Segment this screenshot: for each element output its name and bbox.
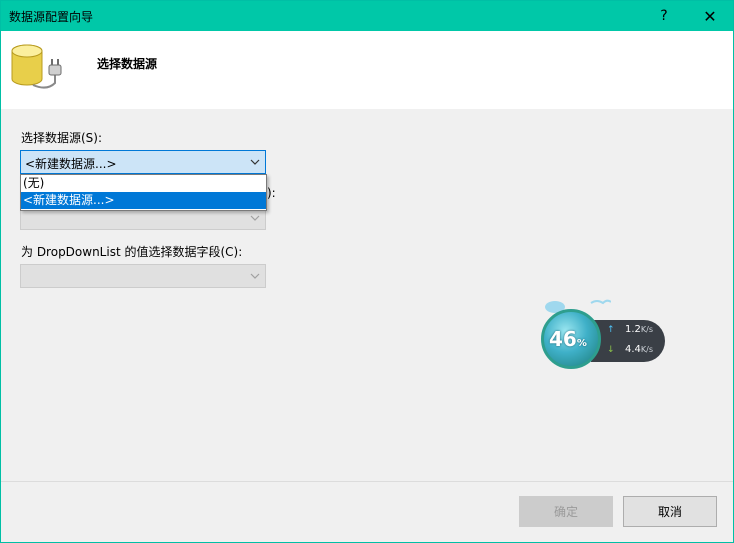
help-icon: ? xyxy=(660,8,668,24)
value-field-combobox[interactable] xyxy=(20,264,266,288)
window-title: 数据源配置向导 xyxy=(9,10,94,24)
help-button[interactable]: ? xyxy=(641,1,687,31)
upload-arrow-icon: ↑ xyxy=(607,325,615,335)
close-icon: ✕ xyxy=(703,6,717,26)
display-field-label-tail: ): xyxy=(267,186,276,200)
page-title: 选择数据源 xyxy=(97,57,158,71)
title-bar: 数据源配置向导 ? ✕ xyxy=(1,1,733,31)
chevron-down-icon xyxy=(250,273,260,279)
datasource-dropdown-list: (无) <新建数据源...> xyxy=(20,174,267,211)
value-field-label: 为 DropDownList 的值选择数据字段(C): xyxy=(21,245,243,259)
button-bar: 确定 取消 xyxy=(1,481,733,542)
network-speed-widget[interactable]: ↑ 1.2K/s ↓ 4.4K/s 46% xyxy=(539,293,667,373)
upload-speed: 1.2K/s xyxy=(625,324,654,335)
datasource-combobox[interactable]: <新建数据源...> xyxy=(20,150,266,174)
datasource-selected-value: <新建数据源...> xyxy=(25,157,117,171)
chevron-down-icon xyxy=(250,215,260,221)
ok-button[interactable]: 确定 xyxy=(519,496,613,527)
speed-panel: ↑ 1.2K/s ↓ 4.4K/s xyxy=(591,320,665,362)
cancel-button[interactable]: 取消 xyxy=(623,496,717,527)
usage-percent: 46% xyxy=(549,327,587,351)
wizard-header: 选择数据源 xyxy=(1,31,733,109)
wizard-window: 数据源配置向导 ? ✕ 选择数据源 选择数据源(S): <新建数据源...> )… xyxy=(0,0,734,543)
close-button[interactable]: ✕ xyxy=(687,1,733,31)
dropdown-option-new-datasource[interactable]: <新建数据源...> xyxy=(21,192,266,209)
download-arrow-icon: ↓ xyxy=(607,345,615,355)
datasource-label: 选择数据源(S): xyxy=(21,131,103,145)
dropdown-option-none[interactable]: (无) xyxy=(21,175,266,192)
download-speed: 4.4K/s xyxy=(625,344,654,355)
chevron-down-icon xyxy=(250,159,260,165)
database-plug-icon xyxy=(11,44,62,89)
